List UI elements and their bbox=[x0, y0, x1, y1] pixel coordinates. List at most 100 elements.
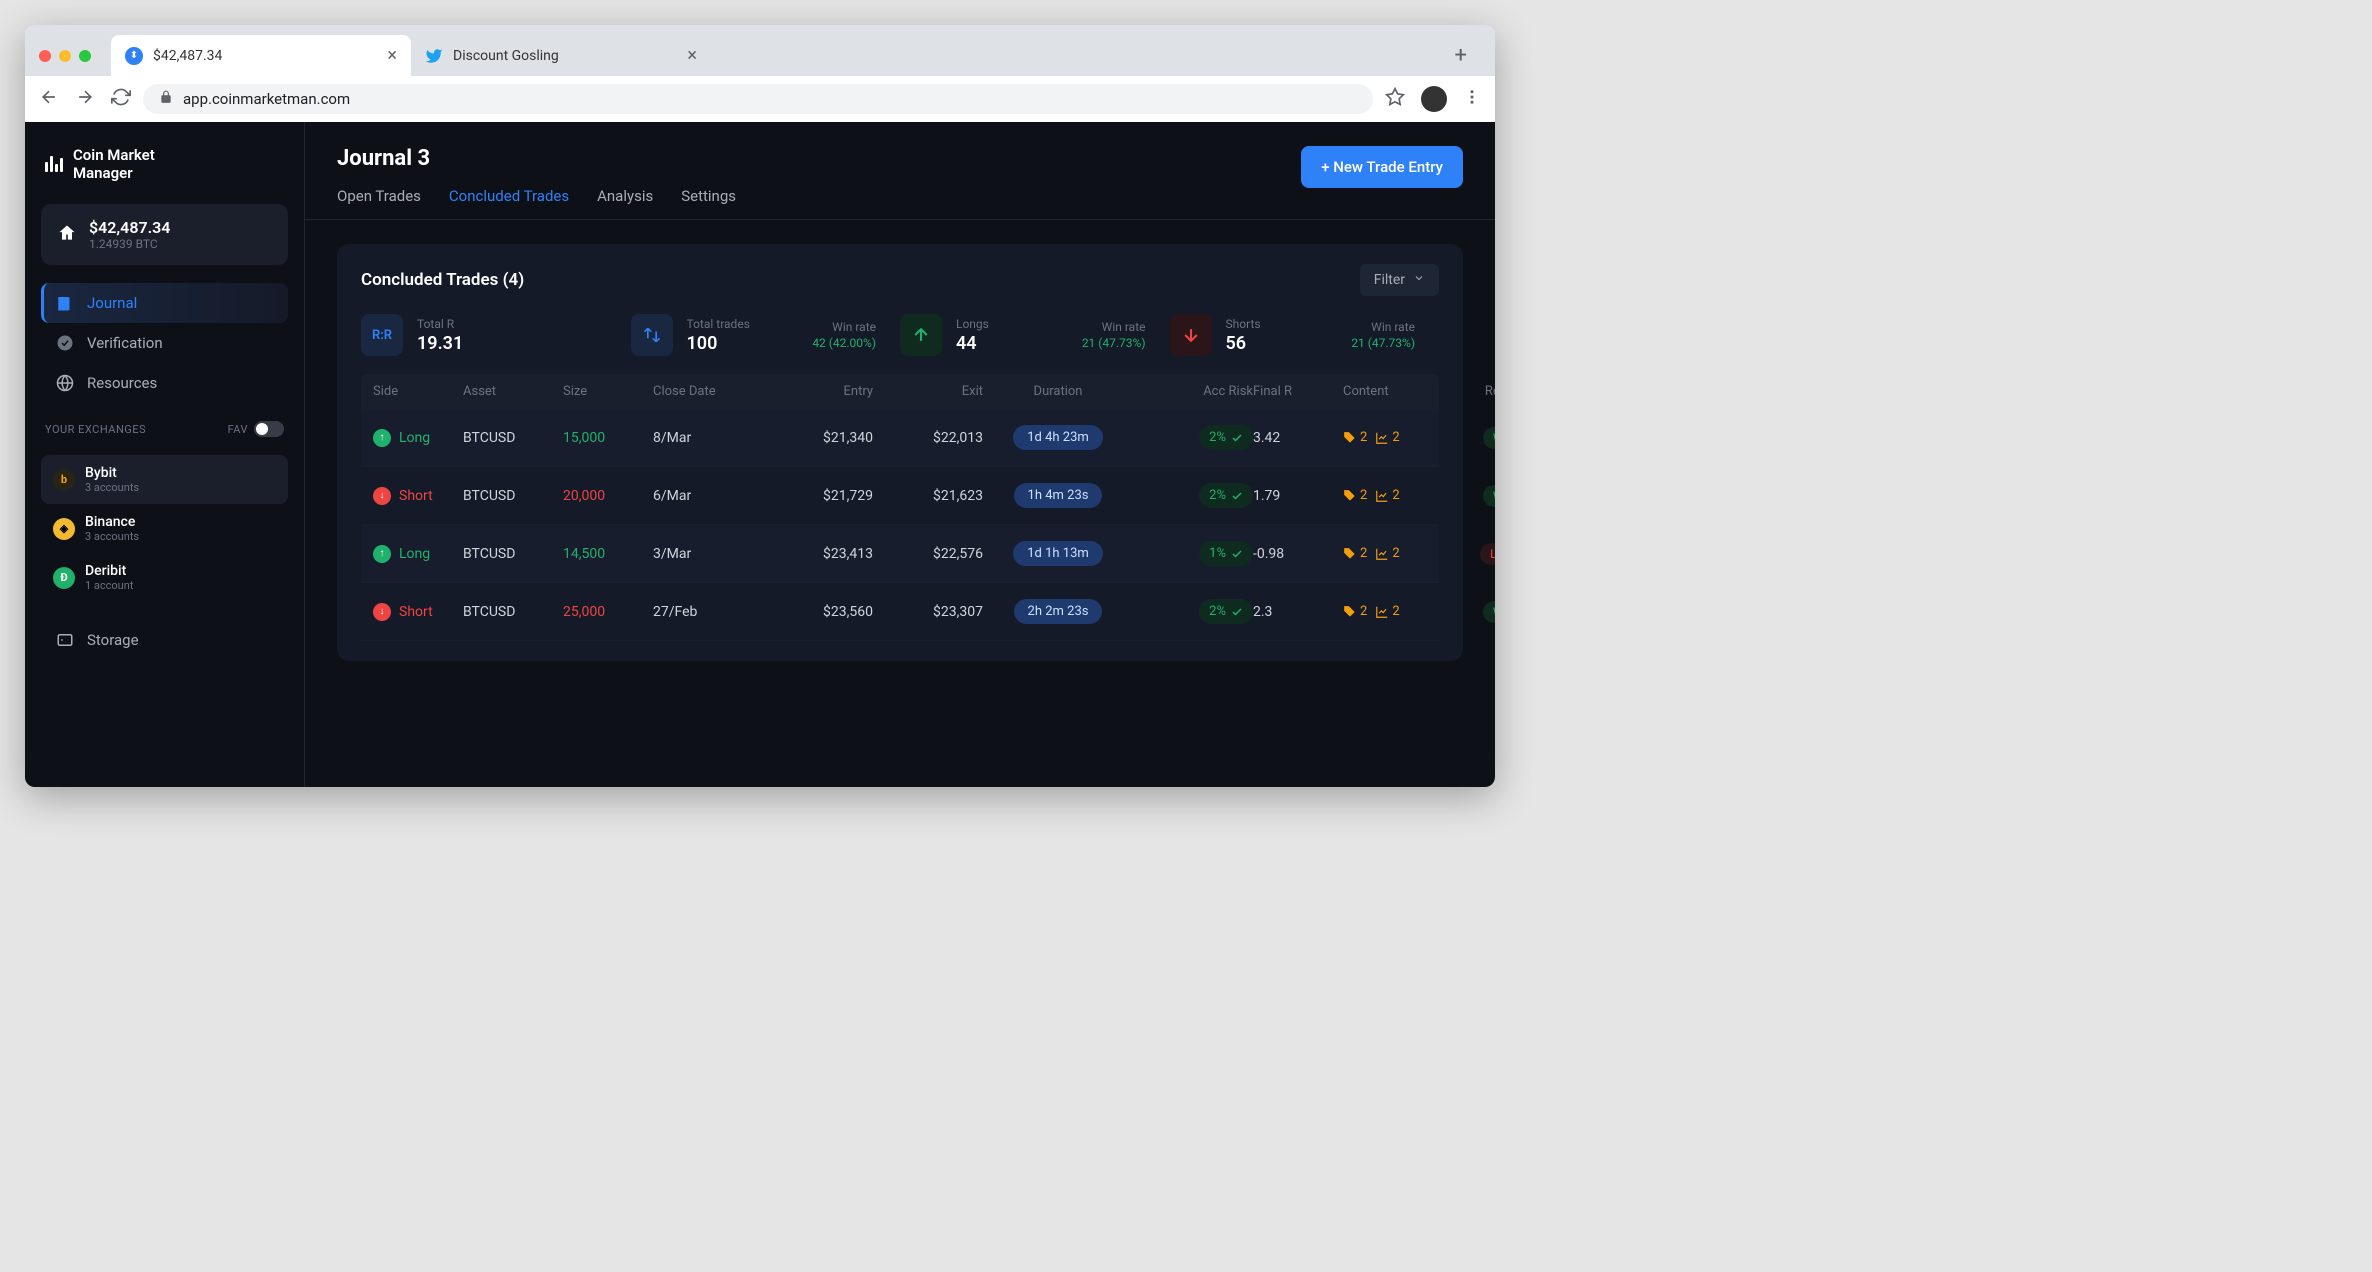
shorts-winrate-label: Win rate bbox=[1371, 320, 1415, 334]
content-cell: 22 bbox=[1343, 488, 1463, 503]
total-trades-label: Total trades bbox=[687, 317, 750, 331]
sidebar-item-journal[interactable]: Journal bbox=[41, 283, 288, 323]
url-bar[interactable]: app.coinmarketman.com bbox=[143, 84, 1373, 114]
size-cell: 14,500 bbox=[563, 546, 653, 562]
direction-icon: ↑ bbox=[373, 545, 391, 563]
balance-usd: $42,487.34 bbox=[89, 218, 170, 237]
shorts-winrate-value: 21 (47.73%) bbox=[1351, 336, 1415, 350]
column-header[interactable]: Acc Risk bbox=[1133, 384, 1253, 399]
app-logo: Coin MarketManager bbox=[41, 142, 288, 186]
chart-icon: 2 bbox=[1375, 546, 1399, 561]
column-header[interactable]: Exit bbox=[873, 384, 983, 399]
total-r-value: 19.31 bbox=[417, 333, 463, 354]
column-header[interactable]: Final R bbox=[1253, 384, 1343, 399]
exchange-name: Bybit bbox=[85, 465, 139, 481]
tab-analysis[interactable]: Analysis bbox=[597, 187, 653, 219]
exit-cell: $22,013 bbox=[873, 430, 983, 446]
longs-icon bbox=[900, 314, 942, 356]
trades-winrate-value: 42 (42.00%) bbox=[812, 336, 876, 350]
result-cell: Lose bbox=[1463, 543, 1495, 565]
column-header[interactable]: Side bbox=[373, 384, 463, 399]
sidebar-item-resources[interactable]: Resources bbox=[41, 363, 288, 403]
tag-icon: 2 bbox=[1343, 488, 1367, 503]
new-tab-button[interactable]: + bbox=[1441, 43, 1481, 68]
content-cell: 22 bbox=[1343, 604, 1463, 619]
asset-cell: BTCUSD bbox=[463, 430, 563, 446]
back-button[interactable] bbox=[39, 87, 59, 111]
nav-label: Journal bbox=[87, 294, 137, 312]
browser-tab[interactable]: Discount Gosling× bbox=[411, 35, 711, 76]
shorts-label: Shorts bbox=[1226, 317, 1261, 331]
direction-icon: ↓ bbox=[373, 487, 391, 505]
duration-cell: 1d 4h 23m bbox=[983, 425, 1133, 450]
minimize-window-icon[interactable] bbox=[59, 50, 71, 62]
panel-title: Concluded Trades (4) bbox=[361, 270, 524, 290]
side-cell: ↓Short bbox=[373, 603, 463, 621]
traffic-lights bbox=[39, 50, 91, 62]
direction-icon: ↓ bbox=[373, 603, 391, 621]
exit-cell: $23,307 bbox=[873, 604, 983, 620]
exchanges-heading: YOUR EXCHANGES bbox=[45, 423, 146, 436]
tab-concluded-trades[interactable]: Concluded Trades bbox=[449, 187, 569, 219]
tab-open-trades[interactable]: Open Trades bbox=[337, 187, 421, 219]
filter-label: Filter bbox=[1374, 272, 1405, 288]
app-name-line2: Manager bbox=[73, 164, 155, 182]
browser-tab[interactable]: ⬍$42,487.34× bbox=[111, 35, 411, 76]
storage-label: Storage bbox=[87, 631, 139, 649]
sidebar-item-storage[interactable]: Storage bbox=[41, 620, 288, 660]
bybit-icon: b bbox=[53, 469, 75, 491]
total-r-icon: R:R bbox=[361, 314, 403, 356]
direction-icon: ↑ bbox=[373, 429, 391, 447]
trades-winrate-label: Win rate bbox=[832, 320, 876, 334]
column-header[interactable]: Asset bbox=[463, 384, 563, 399]
column-header[interactable]: Size bbox=[563, 384, 653, 399]
balance-card[interactable]: $42,487.34 1.24939 BTC bbox=[41, 204, 288, 265]
fav-toggle[interactable] bbox=[254, 421, 284, 437]
close-tab-icon[interactable]: × bbox=[387, 45, 397, 66]
tab-settings[interactable]: Settings bbox=[681, 187, 736, 219]
duration-cell: 1d 1h 13m bbox=[983, 541, 1133, 566]
exchange-item-bybit[interactable]: bBybit3 accounts bbox=[41, 455, 288, 504]
balance-btc: 1.24939 BTC bbox=[89, 237, 170, 251]
close-date-cell: 27/Feb bbox=[653, 604, 763, 620]
page-title: Journal 3 bbox=[337, 146, 736, 171]
column-header[interactable]: Result bbox=[1463, 384, 1495, 399]
nav-label: Verification bbox=[87, 334, 163, 352]
risk-cell: 2% bbox=[1133, 599, 1253, 624]
table-row[interactable]: ↑LongBTCUSD14,5003/Mar$23,413$22,5761d 1… bbox=[361, 525, 1439, 583]
tag-icon: 2 bbox=[1343, 430, 1367, 445]
star-icon[interactable] bbox=[1385, 87, 1405, 111]
exchange-item-binance[interactable]: ◈Binance3 accounts bbox=[41, 504, 288, 553]
sidebar-item-verification[interactable]: Verification bbox=[41, 323, 288, 363]
column-header[interactable]: Content bbox=[1343, 384, 1463, 399]
entry-cell: $21,729 bbox=[763, 488, 873, 504]
chart-icon: 2 bbox=[1375, 430, 1399, 445]
forward-button[interactable] bbox=[75, 87, 95, 111]
reload-button[interactable] bbox=[111, 87, 131, 111]
maximize-window-icon[interactable] bbox=[79, 50, 91, 62]
entry-cell: $23,413 bbox=[763, 546, 873, 562]
size-cell: 15,000 bbox=[563, 430, 653, 446]
filter-button[interactable]: Filter bbox=[1360, 264, 1439, 296]
column-header[interactable]: Entry bbox=[763, 384, 873, 399]
close-tab-icon[interactable]: × bbox=[687, 45, 697, 66]
browser-chrome: ⬍$42,487.34×Discount Gosling× + app.coin… bbox=[25, 25, 1495, 122]
table-row[interactable]: ↓ShortBTCUSD20,0006/Mar$21,729$21,6231h … bbox=[361, 467, 1439, 525]
profile-avatar[interactable] bbox=[1421, 86, 1447, 112]
column-header[interactable]: Close Date bbox=[653, 384, 763, 399]
exchange-sub: 3 accounts bbox=[85, 530, 139, 543]
menu-icon[interactable] bbox=[1463, 88, 1481, 110]
table-row[interactable]: ↓ShortBTCUSD25,00027/Feb$23,560$23,3072h… bbox=[361, 583, 1439, 641]
final-r-cell: -0.98 bbox=[1253, 546, 1343, 562]
content-cell: 22 bbox=[1343, 546, 1463, 561]
new-trade-button[interactable]: + New Trade Entry bbox=[1301, 146, 1463, 188]
table-row[interactable]: ↑LongBTCUSD15,0008/Mar$21,340$22,0131d 4… bbox=[361, 409, 1439, 467]
column-header[interactable]: Duration bbox=[983, 384, 1133, 399]
exchange-item-deribit[interactable]: ÐDeribit1 account bbox=[41, 553, 288, 602]
asset-cell: BTCUSD bbox=[463, 604, 563, 620]
home-icon bbox=[57, 223, 77, 247]
chart-icon: 2 bbox=[1375, 488, 1399, 503]
close-window-icon[interactable] bbox=[39, 50, 51, 62]
size-cell: 20,000 bbox=[563, 488, 653, 504]
shorts-icon bbox=[1170, 314, 1212, 356]
